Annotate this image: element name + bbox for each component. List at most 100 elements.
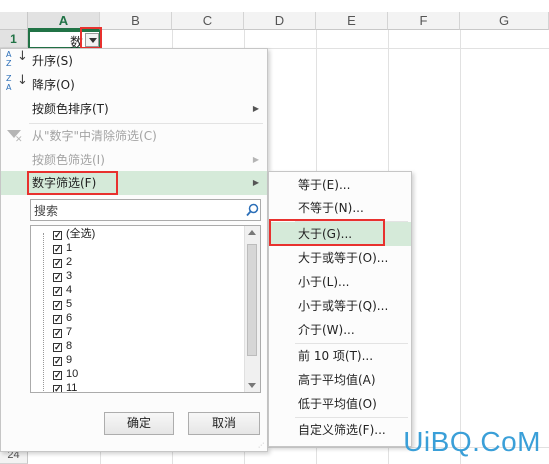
list-item-label: 6 — [66, 312, 73, 324]
list-item[interactable]: ✓ 1 — [53, 241, 72, 255]
filter-value-list: ✓ (全选) ✓ 1 ✓ 2 ✓ 3 ✓ 4 ✓ 5 ✓ 6 ✓ 7 ✓ 8 ✓ 9 ✓ 10 ✓ 11 — [30, 225, 261, 393]
list-item[interactable]: ✓ 9 — [53, 353, 72, 367]
ok-button[interactable]: 确定 — [104, 412, 174, 435]
tree-line — [43, 233, 45, 392]
scrollbar-thumb[interactable] — [247, 244, 257, 356]
column-header-d[interactable]: D — [244, 12, 316, 30]
submenu-item-equals[interactable]: 等于(E)... — [269, 173, 411, 197]
column-header-c[interactable]: C — [172, 12, 244, 30]
submenu-item-greater-than[interactable]: 大于(G)... — [269, 222, 411, 246]
menu-item-number-filters[interactable]: 数字筛选(F) ▶ — [1, 171, 267, 195]
list-item[interactable]: ✓ 3 — [53, 269, 72, 283]
search-icon — [246, 203, 259, 217]
submenu-item-greater-or-equal[interactable]: 大于或等于(O)... — [269, 246, 411, 270]
checkbox-checked-icon[interactable]: ✓ — [53, 259, 62, 268]
menu-item-sort-ascending[interactable]: A Z ↓ 升序(S) — [1, 49, 267, 73]
column-header-g[interactable]: G — [460, 12, 549, 30]
menu-item-sort-descending[interactable]: Z A ↓ 降序(O) — [1, 73, 267, 97]
menu-item-clear-filter[interactable]: ✕ 从"数字"中清除筛选(C) — [1, 124, 267, 148]
checkbox-checked-icon[interactable]: ✓ — [53, 315, 62, 324]
submenu-item-custom-filter[interactable]: 自定义筛选(F)... — [269, 418, 411, 442]
watermark-logo: UiBQ.CoM — [403, 426, 541, 457]
list-item[interactable]: ✓ 6 — [53, 311, 72, 325]
scroll-up-icon[interactable] — [248, 230, 256, 235]
column-header-e[interactable]: E — [316, 12, 388, 30]
menu-item-filter-by-color[interactable]: 按颜色筛选(I) ▶ — [1, 148, 267, 172]
menu-item-sort-by-color[interactable]: 按颜色排序(T) ▶ — [1, 97, 267, 121]
row-header-1[interactable]: 1 — [0, 30, 28, 48]
menu-label: 小于或等于(Q)... — [298, 299, 389, 313]
menu-label: 从"数字"中清除筛选(C) — [32, 129, 157, 143]
list-item-select-all[interactable]: ✓ (全选) — [53, 227, 95, 241]
submenu-item-below-average[interactable]: 低于平均值(O) — [269, 392, 411, 416]
list-item[interactable]: ✓ 10 — [53, 367, 78, 381]
submenu-arrow-icon: ▶ — [252, 104, 259, 113]
submenu-item-between[interactable]: 介于(W)... — [269, 318, 411, 342]
checkbox-checked-icon[interactable]: ✓ — [53, 329, 62, 338]
grid-line — [460, 30, 461, 464]
menu-label: 等于(E)... — [298, 178, 351, 192]
checkbox-checked-icon[interactable]: ✓ — [53, 273, 62, 282]
menu-label: 前 10 项(T)... — [298, 349, 374, 363]
checkbox-checked-icon[interactable]: ✓ — [53, 287, 62, 296]
menu-label: 不等于(N)... — [298, 201, 364, 215]
menu-label: 大于(G)... — [298, 227, 353, 241]
resize-grip-icon[interactable]: ⋰ — [258, 443, 266, 450]
cancel-button[interactable]: 取消 — [188, 412, 260, 435]
menu-label: 大于或等于(O)... — [298, 251, 389, 265]
list-item-label: 11 — [66, 382, 78, 393]
scroll-down-icon[interactable] — [248, 383, 256, 388]
submenu-item-less-or-equal[interactable]: 小于或等于(Q)... — [269, 294, 411, 318]
column-header-b[interactable]: B — [100, 12, 172, 30]
menu-label: 数字筛选(F) — [32, 176, 97, 190]
list-item-label: 1 — [66, 242, 73, 254]
checkbox-checked-icon[interactable]: ✓ — [53, 231, 62, 240]
submenu-arrow-icon: ▶ — [252, 155, 259, 164]
column-header-a[interactable]: A — [28, 12, 100, 30]
menu-label: 按颜色排序(T) — [32, 102, 109, 116]
list-item[interactable]: ✓ 2 — [53, 255, 72, 269]
list-item[interactable]: ✓ 8 — [53, 339, 72, 353]
list-item-label: (全选) — [66, 228, 96, 240]
list-item-label: 2 — [66, 256, 73, 268]
search-input[interactable]: 搜索 — [30, 199, 261, 221]
scrollbar[interactable] — [244, 226, 260, 392]
menu-label: 介于(W)... — [298, 323, 355, 337]
menu-label: 按颜色筛选(I) — [32, 153, 105, 167]
list-item-label: 4 — [66, 284, 73, 296]
menu-label: 升序(S) — [32, 54, 73, 68]
submenu-item-top-10[interactable]: 前 10 项(T)... — [269, 344, 411, 368]
filter-dropdown-button[interactable] — [85, 33, 99, 47]
list-item[interactable]: ✓ 11 — [53, 381, 78, 393]
checkbox-checked-icon[interactable]: ✓ — [53, 245, 62, 254]
checkbox-checked-icon[interactable]: ✓ — [53, 371, 62, 380]
list-item-label: 3 — [66, 270, 73, 282]
list-item-label: 8 — [66, 340, 73, 352]
list-item-label: 7 — [66, 326, 73, 338]
checkbox-checked-icon[interactable]: ✓ — [53, 385, 62, 392]
submenu-arrow-icon: ▶ — [252, 178, 259, 187]
checkbox-checked-icon[interactable]: ✓ — [53, 301, 62, 310]
select-all-corner[interactable] — [0, 12, 28, 30]
list-item[interactable]: ✓ 5 — [53, 297, 72, 311]
list-item-label: 5 — [66, 298, 73, 310]
number-filters-submenu: 等于(E)... 不等于(N)... 大于(G)... 大于或等于(O)... … — [268, 171, 412, 447]
menu-label: 小于(L)... — [298, 275, 350, 289]
menu-label: 降序(O) — [32, 78, 75, 92]
checkbox-checked-icon[interactable]: ✓ — [53, 343, 62, 352]
list-item[interactable]: ✓ 7 — [53, 325, 72, 339]
submenu-item-less-than[interactable]: 小于(L)... — [269, 270, 411, 294]
menu-label: 低于平均值(O) — [298, 397, 377, 411]
list-item-label: 10 — [66, 368, 79, 380]
chevron-down-icon — [89, 38, 97, 43]
menu-label: 高于平均值(A) — [298, 373, 376, 387]
sort-descending-icon: Z A ↓ — [6, 73, 28, 92]
list-item[interactable]: ✓ 4 — [53, 283, 72, 297]
cell-a1[interactable]: 数 — [28, 30, 101, 51]
list-item-label: 9 — [66, 354, 73, 366]
checkbox-checked-icon[interactable]: ✓ — [53, 357, 62, 366]
sort-ascending-icon: A Z ↓ — [6, 49, 28, 68]
submenu-item-not-equals[interactable]: 不等于(N)... — [269, 196, 411, 220]
column-header-f[interactable]: F — [388, 12, 460, 30]
submenu-item-above-average[interactable]: 高于平均值(A) — [269, 368, 411, 392]
